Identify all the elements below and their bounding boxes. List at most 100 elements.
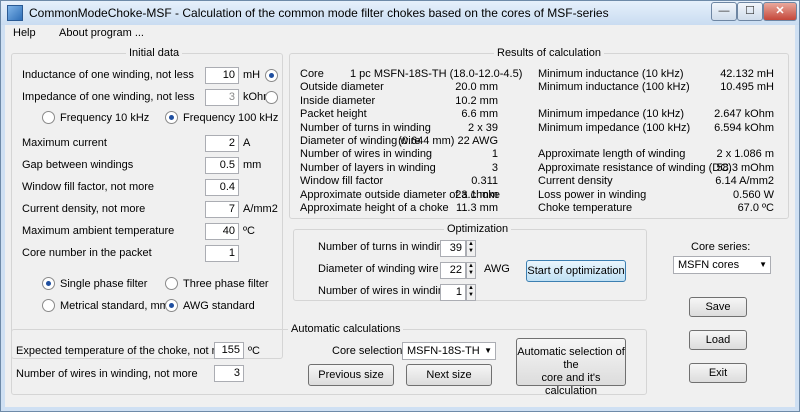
result-value: 67.0 ºC [737,202,774,214]
single-phase-label: Single phase filter [60,278,148,290]
menu-bar: Help About program ... [5,25,795,43]
save-button[interactable]: Save [689,297,747,317]
result-label: Minimum impedance (10 kHz) [538,108,685,121]
result-value: 1 pc MSFN-18S-TH (18.0-12.0-4.5) [350,68,523,80]
awg-label: AWG standard [183,300,255,312]
max-current-input[interactable]: 2 [205,135,239,152]
result-value: 0.560 W [733,188,774,201]
gap-input[interactable]: 0.5 [205,157,239,174]
core-number-input[interactable]: 1 [205,245,239,262]
app-window: CommonModeChoke-MSF - Calculation of the… [0,0,800,412]
result-label: Core [300,68,324,80]
opt-diameter-label: Diameter of winding wire [318,263,439,275]
close-button[interactable]: ✕ [763,2,797,21]
client-area: Initial data Inductance of one winding, … [5,43,795,407]
inductance-input[interactable]: 10 [205,67,239,84]
app-icon [7,5,23,21]
opt-wires-input[interactable]: 1 [440,284,466,301]
optimization-title: Optimization [444,223,512,235]
max-wires-input[interactable]: 3 [214,365,244,382]
title-bar: CommonModeChoke-MSF - Calculation of the… [1,1,799,25]
current-density-unit: A/mm2 [243,203,278,215]
result-label: Minimum impedance (100 kHz) [538,121,691,134]
freq-100-radio[interactable] [165,111,178,124]
core-selection-value: MSFN-18S-TH [407,345,480,357]
opt-turns-input[interactable]: 39 [440,240,466,257]
chevron-down-icon: ▼ [484,346,492,355]
auto-select-line1: Automatic selection of the [517,346,625,371]
core-series-label: Core series: [691,241,751,253]
freq-10-label: Frequency 10 kHz [60,112,150,124]
start-optimization-button[interactable]: Start of optimization [526,260,626,282]
maximize-button[interactable]: ☐ [737,2,763,21]
expected-temp-input[interactable]: 155 [214,342,244,359]
opt-wires-spinner[interactable]: ▲ ▼ [466,284,476,301]
inductance-radio[interactable] [265,69,278,82]
result-label: Approximate length of winding [538,148,686,161]
core-selection-select[interactable]: MSFN-18S-TH ▼ [402,342,496,360]
impedance-label: Impedance of one winding, not less [22,91,195,103]
max-wires-label: Number of wires in winding, not more [16,368,198,380]
ambient-temp-label: Maximum ambient temperature [22,225,175,237]
result-value: 1 [491,148,498,161]
result-value: 10.2 mm [455,94,498,107]
awg-radio[interactable] [165,299,178,312]
result-value: 2.647 kOhm [714,108,774,121]
core-selection-label: Core selection: [332,345,406,357]
current-density-label: Current density, not more [22,203,146,215]
core-number-label: Core number in the packet [22,247,152,259]
gap-unit: mm [243,159,262,171]
auto-calc-group: Automatic calculations Expected temperat… [11,323,647,397]
load-button[interactable]: Load [689,330,747,350]
result-value: 0.311 [471,175,498,188]
fill-factor-input[interactable]: 0.4 [205,179,239,196]
inductance-unit: mH [243,69,261,81]
result-value: 2 x 1.086 m [716,148,774,161]
result-value: 10.495 mH [720,81,774,94]
max-current-unit: A [243,137,251,149]
gap-label: Gap between windings [22,159,134,171]
impedance-radio[interactable] [265,91,278,104]
result-label: Minimum inductance (100 kHz) [538,81,690,94]
result-label: Minimum inductance (10 kHz) [538,68,684,80]
previous-size-button[interactable]: Previous size [308,364,394,386]
single-phase-radio[interactable] [42,277,55,290]
core-series-select[interactable]: MSFN cores ▼ [673,256,771,274]
menu-about[interactable]: About program ... [59,27,144,39]
result-value: 20.0 mm [455,81,498,94]
max-current-label: Maximum current [22,137,107,149]
result-value: 23.1 mm [455,188,498,201]
optimization-group: Optimization Number of turns in winding … [293,223,647,301]
auto-select-button[interactable]: Automatic selection of the core and it's… [516,338,626,397]
metric-radio[interactable] [42,299,55,312]
three-phase-label: Three phase filter [183,278,269,290]
result-label: Choke temperature [538,202,633,214]
ambient-temp-input[interactable]: 40 [205,223,239,240]
current-density-input[interactable]: 7 [205,201,239,218]
result-label: Loss power in winding [538,188,647,201]
initial-data-title: Initial data [126,47,183,59]
opt-turns-label: Number of turns in winding [318,241,449,253]
result-value: 2 x 39 [468,121,498,134]
exit-button[interactable]: Exit [689,363,747,383]
next-size-button[interactable]: Next size [406,364,492,386]
freq-100-label: Frequency 100 kHz [183,112,279,124]
impedance-input[interactable]: 3 [205,89,239,106]
chevron-down-icon: ▼ [759,260,767,269]
menu-help[interactable]: Help [13,27,36,39]
auto-calc-title: Automatic calculations [288,323,404,335]
opt-diameter-spinner[interactable]: ▲ ▼ [466,262,476,279]
opt-diameter-input[interactable]: 22 [440,262,466,279]
expected-temp-label: Expected temperature of the choke, not m… [16,345,237,357]
result-value: 11.3 mm [456,202,498,214]
result-value: 6.14 A/mm2 [715,175,774,188]
freq-10-radio[interactable] [42,111,55,124]
opt-diameter-unit: AWG [484,263,510,275]
three-phase-radio[interactable] [165,277,178,290]
minimize-button[interactable]: — [711,2,737,21]
window-title: CommonModeChoke-MSF - Calculation of the… [29,6,609,20]
metric-label: Metrical standard, mm [60,300,169,312]
result-label: Current density [538,175,613,188]
core-series-value: MSFN cores [678,259,740,271]
opt-turns-spinner[interactable]: ▲ ▼ [466,240,476,257]
